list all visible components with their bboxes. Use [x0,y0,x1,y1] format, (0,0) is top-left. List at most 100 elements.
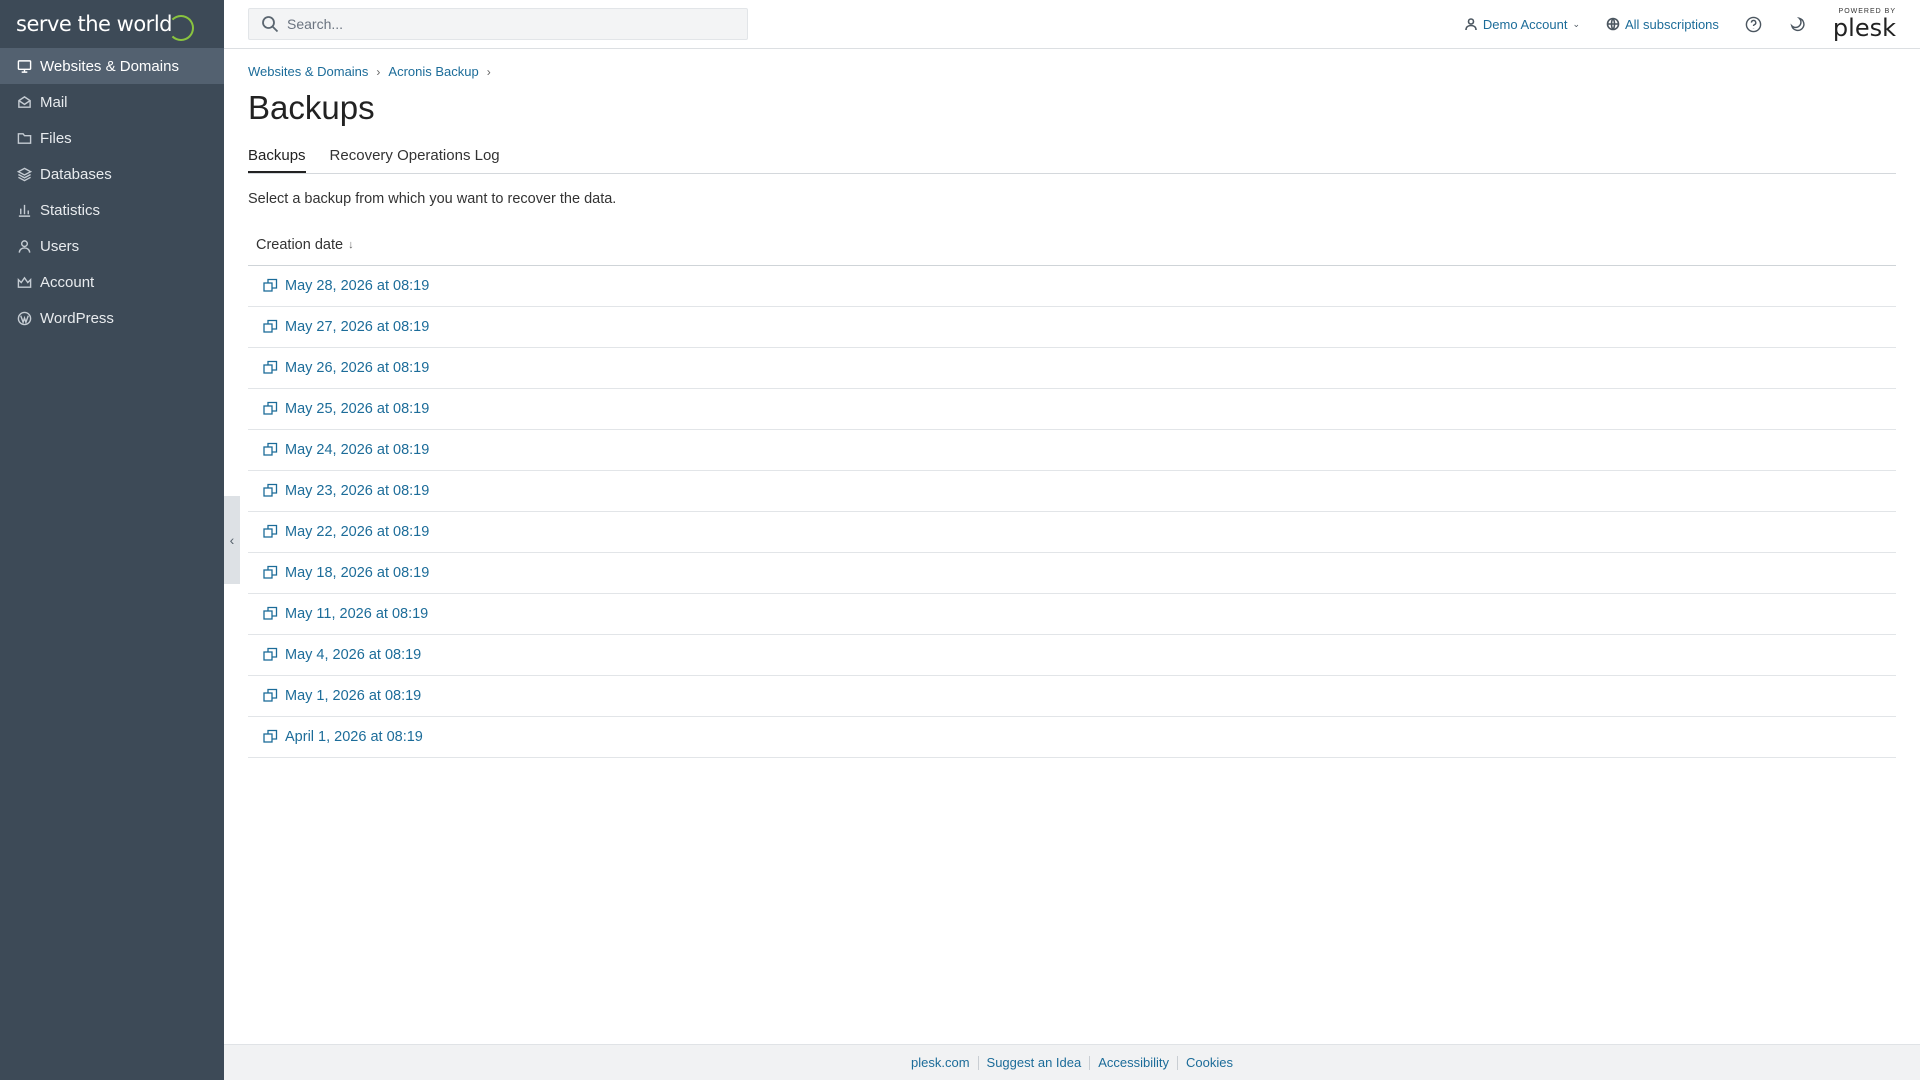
chevron-right-icon: › [486,64,491,79]
subscriptions-label: All subscriptions [1624,16,1719,32]
help-button[interactable] [1745,15,1763,33]
search-input[interactable] [287,16,707,32]
plesk-wordmark: plesk [1832,14,1896,42]
wordpress-icon [16,310,32,326]
backup-restore-icon [262,277,280,295]
help-icon [1746,16,1762,32]
breadcrumb-acronis-backup[interactable]: Acronis Backup [388,64,478,79]
footer-link-plesk[interactable]: plesk.com [903,1055,978,1070]
backup-restore-icon [262,605,280,623]
user-icon [1465,18,1477,31]
sidebar-item-files[interactable]: Files [0,120,224,156]
backup-restore-icon [262,482,280,500]
sidebar-item-users[interactable]: Users [0,228,224,264]
table-row: May 25, 2026 at 08:19 [248,389,1896,430]
backup-restore-icon [262,318,280,336]
backup-link[interactable]: May 26, 2026 at 08:19 [285,360,429,376]
main-content: Websites & Domains › Acronis Backup › Ba… [248,49,1896,758]
backup-link[interactable]: May 11, 2026 at 08:19 [285,606,428,622]
page-title: Backups [248,89,375,126]
backup-restore-icon [262,728,280,746]
theme-toggle-button[interactable] [1789,15,1807,33]
account-menu-label: Demo Account [1482,16,1568,32]
sidebar-item-label: Account [40,273,95,291]
backup-link[interactable]: May 28, 2026 at 08:19 [285,278,429,294]
chevron-left-icon: ‹ [229,532,235,548]
backup-link[interactable]: May 1, 2026 at 08:19 [285,688,421,704]
sidebar-item-label: Users [40,237,80,255]
tab-recovery-operations-log[interactable]: Recovery Operations Log [330,147,500,173]
footer-link-cookies[interactable]: Cookies [1178,1055,1241,1070]
backup-restore-icon [262,523,280,541]
header-actions: Demo Account ⌄ All subscriptions POWERED… [1438,0,1896,48]
backup-restore-icon [262,687,280,705]
table-row: May 24, 2026 at 08:19 [248,430,1896,471]
backup-restore-icon [262,646,280,664]
backup-link[interactable]: April 1, 2026 at 08:19 [285,729,423,745]
table-row: May 26, 2026 at 08:19 [248,348,1896,389]
backup-link[interactable]: May 22, 2026 at 08:19 [285,524,429,540]
backup-restore-icon [262,400,280,418]
brand-logo[interactable]: serve the world [0,0,224,48]
footer-link-suggest-idea[interactable]: Suggest an Idea [979,1055,1090,1070]
sidebar-item-label: Statistics [40,201,101,219]
table-row: May 11, 2026 at 08:19 [248,594,1896,635]
account-icon [16,274,32,290]
backup-restore-icon [262,359,280,377]
folder-icon [16,130,32,146]
table-row: May 22, 2026 at 08:19 [248,512,1896,553]
globe-icon [1606,17,1620,31]
sidebar-item-mail[interactable]: Mail [0,84,224,120]
top-header: Demo Account ⌄ All subscriptions POWERED… [224,0,1920,49]
sidebar-item-statistics[interactable]: Statistics [0,192,224,228]
sidebar-item-account[interactable]: Account [0,264,224,300]
sidebar-collapse-button[interactable]: ‹ [224,496,240,584]
table-row: May 28, 2026 at 08:19 [248,266,1896,307]
monitor-icon [16,58,32,74]
subscriptions-button[interactable]: All subscriptions [1606,17,1719,32]
breadcrumb-websites-domains[interactable]: Websites & Domains [248,64,368,79]
breadcrumb: Websites & Domains › Acronis Backup › [248,64,1896,79]
brand-logo-text: serve the world [16,12,172,36]
chevron-right-icon: › [376,64,381,79]
backup-link[interactable]: May 25, 2026 at 08:19 [285,401,429,417]
backup-link[interactable]: May 24, 2026 at 08:19 [285,442,429,458]
backups-table-body: May 28, 2026 at 08:19 May 27, 2026 at 08:… [248,266,1896,758]
backup-link[interactable]: May 27, 2026 at 08:19 [285,319,429,335]
backup-link[interactable]: May 23, 2026 at 08:19 [285,483,429,499]
sidebar-item-label: Mail [40,93,68,111]
sidebar-item-label: WordPress [40,309,114,327]
table-row: May 1, 2026 at 08:19 [248,676,1896,717]
footer-link-accessibility[interactable]: Accessibility [1090,1055,1177,1070]
search-icon [261,15,287,33]
backups-table: Creation date ↓ May 28, 2026 at 08:19 May… [248,225,1896,758]
database-icon [16,166,32,182]
brand-logo-ring-icon [167,15,194,41]
sidebar-item-label: Websites & Domains [40,57,179,75]
backup-link[interactable]: May 4, 2026 at 08:19 [285,647,421,663]
backup-restore-icon [262,564,280,582]
backup-link[interactable]: May 18, 2026 at 08:19 [285,565,429,581]
mail-icon [16,94,32,110]
sidebar-item-websites-domains[interactable]: Websites & Domains [0,48,224,84]
sidebar-item-databases[interactable]: Databases [0,156,224,192]
bar-chart-icon [16,202,32,218]
table-row: April 1, 2026 at 08:19 [248,717,1896,758]
column-header-creation-date[interactable]: Creation date ↓ [248,225,1896,266]
column-header-label: Creation date [256,237,344,253]
plesk-logo[interactable]: POWERED BY plesk [1833,8,1896,40]
account-menu-button[interactable]: Demo Account ⌄ [1464,17,1580,32]
table-row: May 18, 2026 at 08:19 [248,553,1896,594]
sidebar-item-label: Files [40,129,72,147]
sidebar-item-wordpress[interactable]: WordPress [0,300,224,336]
tab-backups[interactable]: Backups [248,147,306,173]
instruction-text: Select a backup from which you want to r… [248,191,617,207]
table-row: May 23, 2026 at 08:19 [248,471,1896,512]
tab-bar: Backups Recovery Operations Log [248,147,1896,174]
moon-icon [1790,16,1806,31]
search-box[interactable] [248,8,748,40]
footer: plesk.com Suggest an Idea Accessibility … [224,1044,1920,1080]
sidebar-nav: Websites & Domains Mail Files Databases … [0,48,224,336]
chevron-down-icon: ⌄ [1572,18,1580,29]
table-row: May 27, 2026 at 08:19 [248,307,1896,348]
